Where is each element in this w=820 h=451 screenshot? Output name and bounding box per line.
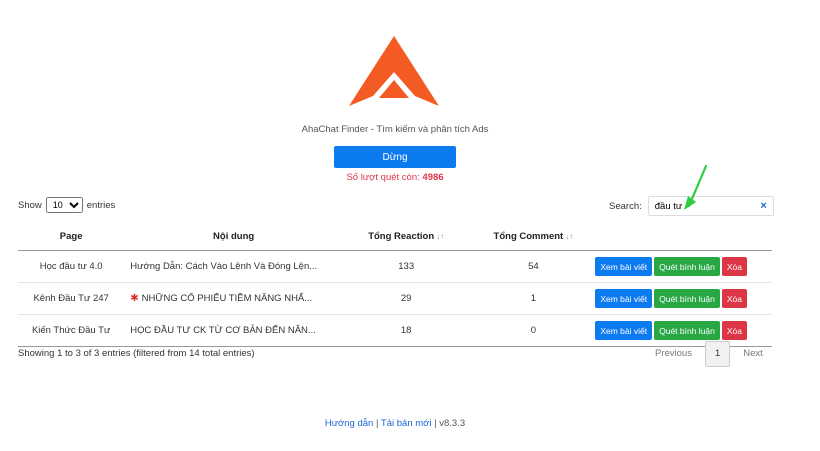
page-link[interactable]: Kênh Đầu Tư 247 bbox=[18, 282, 125, 315]
search-label: Search: bbox=[609, 200, 642, 212]
view-post-button[interactable]: Xem bài viết bbox=[595, 257, 653, 276]
stop-button[interactable]: Dừng bbox=[334, 146, 456, 168]
remaining-scans: Số lượt quét còn: 4986 bbox=[0, 172, 790, 183]
page-length-control: Show 10 entries bbox=[18, 197, 115, 213]
scan-comments-button[interactable]: Quét bình luận bbox=[654, 257, 720, 276]
comment-count: 0 bbox=[474, 314, 593, 347]
warning-icon: ✱ bbox=[130, 293, 139, 304]
previous-page-button[interactable]: Previous bbox=[646, 342, 701, 366]
footer: Hướng dẫn | Tải bản mới | v8.3.3 bbox=[0, 418, 790, 429]
sort-icon: ↓↑ bbox=[565, 231, 574, 241]
post-content: Hướng Dẫn: Cách Vào Lệnh Và Đóng Lện... bbox=[124, 250, 338, 283]
post-content: ✱ NHỮNG CỔ PHIẾU TIỀM NĂNG NHẤ... bbox=[124, 282, 338, 315]
row-actions: Xem bài viết Quét bình luận Xóa bbox=[592, 250, 772, 283]
sort-icon: ↓↑ bbox=[436, 231, 445, 241]
app-subtitle: AhaChat Finder - Tìm kiếm và phân tích A… bbox=[301, 124, 489, 135]
page-link[interactable]: Học đầu tư 4.0 bbox=[18, 250, 125, 283]
table-header-row: Page Nội dung Tổng Reaction ↓↑ Tổng Comme… bbox=[18, 222, 772, 251]
next-page-button[interactable]: Next bbox=[734, 342, 772, 366]
comment-count: 1 bbox=[474, 282, 593, 315]
delete-button[interactable]: Xóa bbox=[721, 257, 747, 276]
comment-count: 54 bbox=[474, 250, 593, 283]
header-page[interactable]: Page bbox=[18, 222, 125, 251]
table-row: Học đầu tư 4.0 Hướng Dẫn: Cách Vào Lệnh … bbox=[18, 250, 772, 283]
remaining-scans-label: Số lượt quét còn: bbox=[346, 172, 420, 183]
header-comment[interactable]: Tổng Comment ↓↑ bbox=[474, 222, 593, 251]
results-table: Page Nội dung Tổng Reaction ↓↑ Tổng Comme… bbox=[18, 222, 772, 347]
footer-separator: | bbox=[375, 418, 379, 429]
entries-label: entries bbox=[86, 199, 116, 211]
table-row: Kênh Đầu Tư 247 ✱ NHỮNG CỔ PHIẾU TIỀM NĂN… bbox=[18, 282, 772, 315]
delete-button[interactable]: Xóa bbox=[721, 321, 747, 340]
scan-comments-button[interactable]: Quét bình luận bbox=[654, 289, 720, 308]
row-actions: Xem bài viết Quét bình luận Xóa bbox=[592, 282, 772, 315]
arrow-annotation-icon bbox=[684, 164, 708, 210]
page-1-button[interactable]: 1 bbox=[704, 341, 731, 367]
reaction-count: 18 bbox=[337, 314, 475, 347]
clear-search-icon[interactable]: × bbox=[760, 200, 766, 212]
view-post-button[interactable]: Xem bài viết bbox=[595, 289, 653, 308]
show-label: Show bbox=[18, 199, 42, 211]
guide-link[interactable]: Hướng dẫn bbox=[325, 418, 374, 429]
reaction-count: 29 bbox=[337, 282, 475, 315]
post-content: HỌC ĐẦU TƯ CK TỪ CƠ BẢN ĐẾN NÂN... bbox=[124, 314, 338, 347]
delete-button[interactable]: Xóa bbox=[721, 289, 747, 308]
reinstall-link[interactable]: Tải bản mới bbox=[381, 418, 432, 429]
pagination: Previous 1 Next bbox=[646, 341, 772, 367]
header-reaction[interactable]: Tổng Reaction ↓↑ bbox=[337, 222, 475, 251]
remaining-scans-value: 4986 bbox=[422, 172, 444, 183]
version-label: | v8.3.3 bbox=[434, 418, 466, 429]
header-content[interactable]: Nội dung bbox=[124, 222, 338, 251]
scan-comments-button[interactable]: Quét bình luận bbox=[654, 321, 720, 340]
page-length-select[interactable]: 10 bbox=[45, 197, 83, 213]
table-info: Showing 1 to 3 of 3 entries (filtered fr… bbox=[18, 348, 255, 359]
reaction-count: 133 bbox=[337, 250, 475, 283]
view-post-button[interactable]: Xem bài viết bbox=[595, 321, 653, 340]
page-link[interactable]: Kiến Thức Đầu Tư bbox=[18, 314, 125, 347]
ahachat-logo bbox=[349, 36, 439, 106]
header-actions bbox=[592, 222, 772, 251]
